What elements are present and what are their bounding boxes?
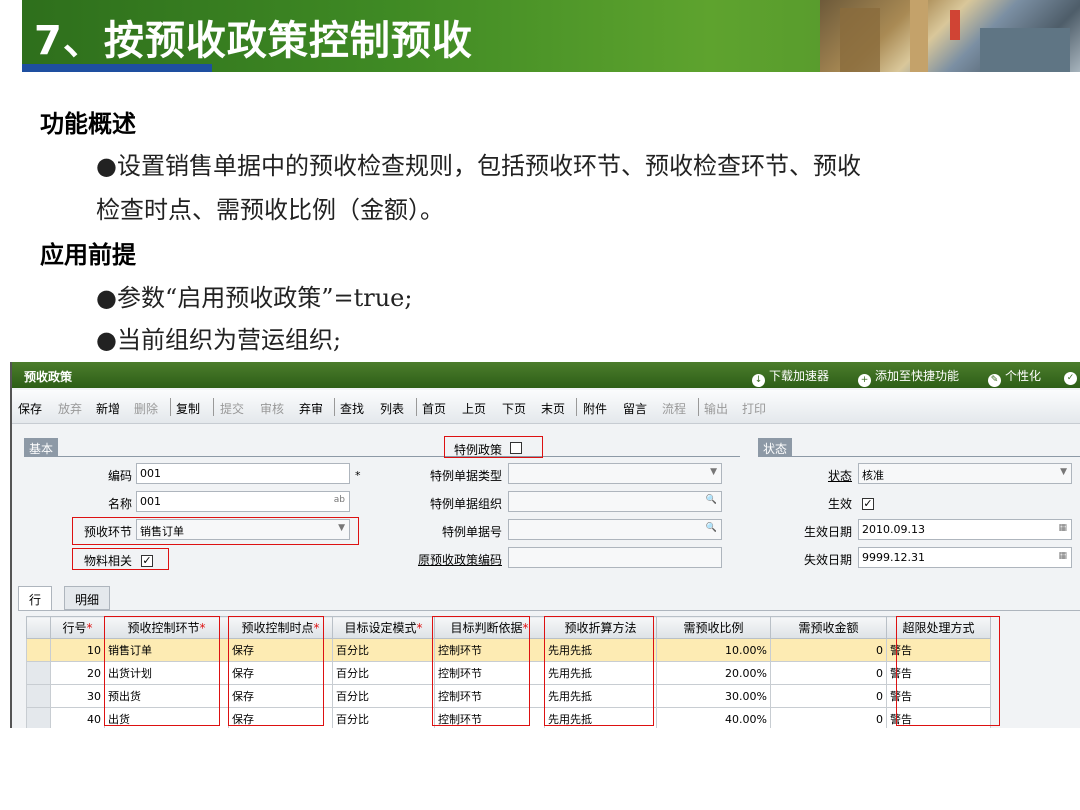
new-button[interactable]: 新增 (96, 400, 120, 417)
highlight-box (104, 616, 220, 726)
required-mark: * (355, 469, 361, 482)
app-title: 预收政策 (24, 370, 73, 384)
section-heading: 功能概述 (40, 110, 136, 138)
bullet-text: ●设置销售单据中的预收检查规则，包括预收环节、预收检查环节、预收 (96, 152, 861, 180)
add-shortcut-link[interactable]: + 添加至快捷功能 (858, 367, 959, 387)
personalize-link[interactable]: ✎ 个性化 (988, 367, 1041, 387)
code-field[interactable]: 001 (136, 463, 350, 484)
calendar-icon[interactable]: ▦ (1058, 551, 1067, 561)
output-button[interactable]: 输出 (704, 400, 728, 417)
code-label: 编码 (107, 469, 132, 483)
orig-code-field[interactable] (508, 547, 722, 568)
highlight-box (444, 436, 543, 458)
highlight-box (72, 517, 359, 545)
name-field[interactable]: 001 ab (136, 491, 350, 512)
highlight-box (228, 616, 324, 726)
highlight-box (544, 616, 654, 726)
chevron-down-icon: ▼ (1060, 467, 1067, 477)
special-org-label: 特例单据组织 (429, 497, 502, 511)
discard-button[interactable]: 放弃 (58, 400, 82, 417)
special-org-field[interactable]: 🔍 (508, 491, 722, 512)
col-header[interactable]: 目标设定模式* (332, 616, 435, 639)
list-button[interactable]: 列表 (380, 400, 404, 417)
workflow-button[interactable]: 流程 (662, 400, 686, 417)
calendar-icon[interactable]: ▦ (1058, 523, 1067, 533)
effective-label: 生效 (827, 497, 852, 511)
tab-detail[interactable]: 明细 (64, 586, 111, 610)
name-label: 名称 (107, 497, 132, 511)
first-page-button[interactable]: 首页 (422, 400, 446, 417)
state-select[interactable]: 核准 ▼ (858, 463, 1072, 484)
state-link[interactable]: 状态 (772, 467, 852, 484)
delete-button[interactable]: 删除 (134, 400, 158, 417)
warehouse-photo (820, 0, 1080, 72)
bullet-text: ●参数“启用预收政策”=true; (96, 284, 413, 312)
add-shortcut-icon: + (858, 374, 871, 387)
message-button[interactable]: 留言 (623, 400, 647, 417)
col-header[interactable]: 需预收比例 (656, 616, 771, 639)
highlight-box (896, 616, 1000, 726)
special-type-select[interactable]: ▼ (508, 463, 722, 484)
copy-button[interactable]: 复制 (176, 400, 200, 417)
col-header[interactable]: 行号* (50, 616, 105, 639)
eff-date-field[interactable]: 2010.09.13 ▦ (858, 519, 1072, 540)
bullet-text: ●当前组织为营运组织; (96, 326, 342, 354)
section-heading: 应用前提 (40, 241, 136, 269)
last-page-button[interactable]: 末页 (541, 400, 565, 417)
unapprove-button[interactable]: 弃审 (299, 400, 323, 417)
next-page-button[interactable]: 下页 (502, 400, 526, 417)
multilang-icon[interactable]: ab (334, 495, 345, 505)
app-title-bar: 预收政策 ↓ 下载加速器 + 添加至快捷功能 ✎ 个性化 ✓ (12, 362, 1080, 388)
bullet-text: 检查时点、需预收比例（金额）。 (96, 196, 444, 224)
submit-button[interactable]: 提交 (220, 400, 244, 417)
exp-date-label: 失效日期 (803, 553, 852, 567)
orig-code-link[interactable]: 原预收政策编码 (398, 551, 502, 568)
attachment-button[interactable]: 附件 (583, 400, 607, 417)
save-button[interactable]: 保存 (18, 400, 42, 417)
prev-page-button[interactable]: 上页 (462, 400, 486, 417)
search-icon[interactable]: 🔍 (706, 523, 717, 533)
toolbar: 保存 放弃 新增 删除 复制 提交 审核 弃审 查找 列表 首页 上页 下页 末… (12, 390, 1080, 424)
download-icon: ↓ (752, 374, 765, 387)
approve-button[interactable]: 审核 (260, 400, 284, 417)
personalize-icon: ✎ (988, 374, 1001, 387)
special-type-label: 特例单据类型 (429, 469, 502, 483)
download-link[interactable]: ↓ 下载加速器 (752, 367, 829, 387)
special-no-label: 特例单据号 (441, 525, 502, 539)
search-icon[interactable]: 🔍 (706, 495, 717, 505)
highlight-box (72, 548, 169, 570)
status-section-header: 状态 (758, 438, 793, 456)
app-screenshot: 预收政策 ↓ 下载加速器 + 添加至快捷功能 ✎ 个性化 ✓ 保存 放弃 新增 删除 … (10, 362, 1080, 728)
tab-lines[interactable]: 行 (18, 586, 53, 610)
col-header[interactable]: 需预收金额 (770, 616, 887, 639)
chevron-down-icon: ▼ (710, 467, 717, 477)
more-icon[interactable]: ✓ (1064, 367, 1080, 385)
effective-checkbox[interactable]: ✓ (862, 496, 874, 510)
eff-date-label: 生效日期 (803, 525, 852, 539)
print-button[interactable]: 打印 (742, 400, 766, 417)
slide-title: 7、按预收政策控制预收 (34, 18, 473, 64)
special-no-field[interactable]: 🔍 (508, 519, 722, 540)
find-button[interactable]: 查找 (340, 400, 364, 417)
basic-section-header: 基本 (24, 438, 59, 456)
highlight-box (432, 616, 530, 726)
row-header-corner (26, 616, 51, 639)
exp-date-field[interactable]: 9999.12.31 ▦ (858, 547, 1072, 568)
